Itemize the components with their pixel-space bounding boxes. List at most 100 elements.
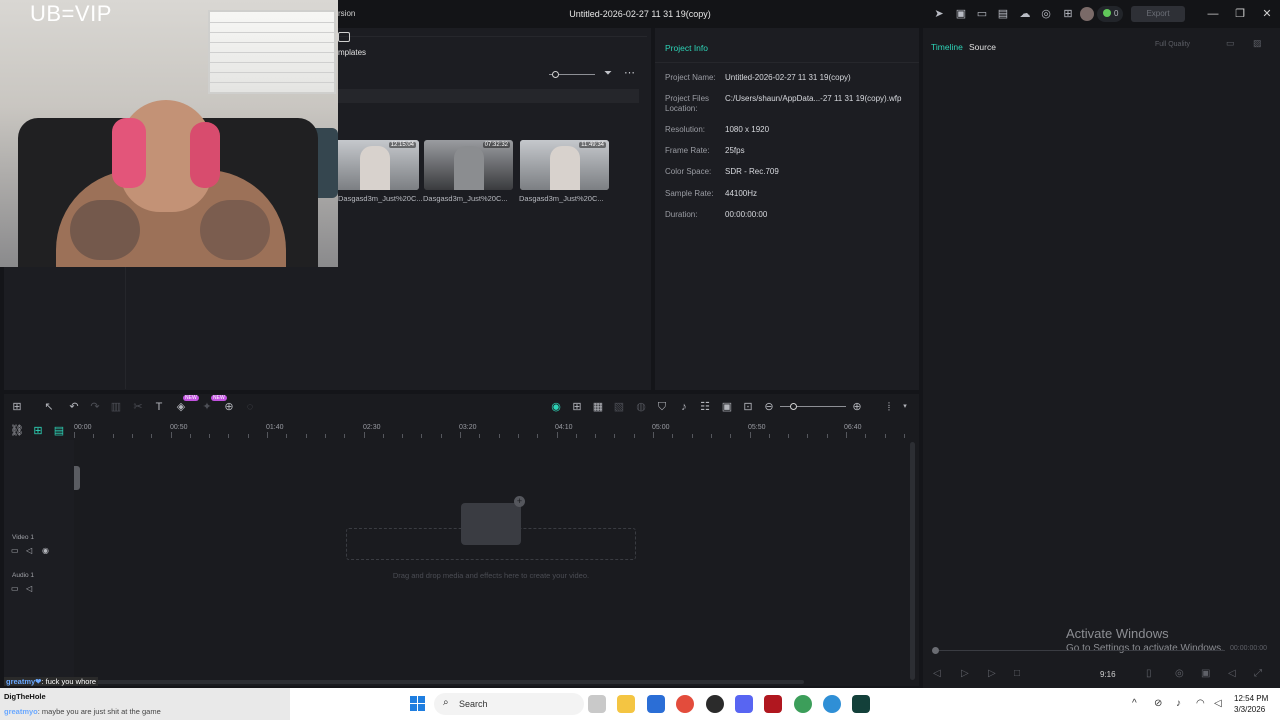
quality-select[interactable]: Full Quality <box>1150 38 1214 51</box>
timeline-vscroll[interactable] <box>910 442 915 680</box>
media-thumbnail[interactable]: 12:15:04 <box>330 140 419 190</box>
speaker-icon[interactable]: ◁ <box>26 584 32 593</box>
layout-icon[interactable]: ▭ <box>975 7 989 21</box>
obs-icon[interactable] <box>706 695 724 713</box>
compare-icon[interactable]: ▭ <box>1226 38 1240 50</box>
network-icon[interactable]: ⊘ <box>1154 698 1162 709</box>
ruler-label: 05:00 <box>652 424 670 431</box>
duration-label: 12:15:04 <box>388 142 416 148</box>
close-icon[interactable]: ✕ <box>1260 7 1274 21</box>
camera-icon[interactable]: ▣ <box>1201 668 1210 679</box>
fullscreen-icon[interactable]: ⤢ <box>1254 668 1262 679</box>
delete-icon[interactable]: ▥ <box>109 400 123 414</box>
taskbar-search[interactable] <box>434 693 584 715</box>
widgets-icon[interactable] <box>588 695 606 713</box>
chat-message: greatmyo: maybe you are just shit at the… <box>4 707 161 716</box>
timeline-zoom-knob[interactable] <box>790 403 797 410</box>
more-columns-icon[interactable]: ⦙ <box>882 400 896 414</box>
effects-icon[interactable]: ◈ <box>174 400 188 414</box>
clip-icon[interactable]: ▣ <box>720 400 734 414</box>
fit-icon[interactable]: ⊡ <box>741 400 755 414</box>
unlink-icon[interactable]: ⛓ <box>10 424 24 438</box>
thumb-size-knob[interactable] <box>552 71 559 78</box>
chrome-2-icon[interactable] <box>794 695 812 713</box>
maximize-icon[interactable]: ❐ <box>1233 7 1247 21</box>
zoom-in-icon[interactable]: ⊕ <box>850 400 864 414</box>
store-icon[interactable] <box>647 695 665 713</box>
track-layout-icon[interactable]: ▤ <box>52 424 66 438</box>
add-track-icon[interactable]: ⊞ <box>31 424 45 438</box>
snapshot-icon[interactable]: ▨ <box>1253 38 1267 50</box>
avatar[interactable] <box>1080 7 1094 21</box>
split-icon[interactable]: ✂ <box>131 400 145 414</box>
filmora-icon[interactable] <box>852 695 870 713</box>
volume-tray-icon[interactable]: ◁ <box>1214 698 1222 709</box>
tray-chevron-icon[interactable]: ^ <box>1132 698 1137 709</box>
mask-icon[interactable]: ▧ <box>612 400 626 414</box>
grid-icon[interactable]: ⊞ <box>1061 7 1075 21</box>
feedback-icon[interactable]: ▣ <box>954 7 968 21</box>
ai-search-icon[interactable]: ⊕ <box>222 400 236 414</box>
discord-icon[interactable] <box>735 695 753 713</box>
prev-frame-icon[interactable]: ◁ <box>933 668 941 679</box>
tab-timeline[interactable]: Timeline <box>931 42 963 52</box>
ai-tool-icon[interactable]: ✦ <box>200 400 214 414</box>
volume-icon[interactable]: ◁ <box>1228 668 1236 679</box>
plus-icon[interactable]: + <box>514 496 525 507</box>
acrobat-icon[interactable] <box>764 695 782 713</box>
layout-grid-icon[interactable]: ⊞ <box>10 400 24 414</box>
send-icon[interactable]: ➤ <box>932 7 946 21</box>
tab-templates[interactable]: mplates <box>338 48 366 57</box>
media-thumbnail[interactable]: 07:32:32 <box>424 140 513 190</box>
mic-tray-icon[interactable]: ♪ <box>1176 698 1181 709</box>
auto-ripple-icon[interactable]: ◉ <box>549 400 563 414</box>
marker-icon[interactable]: ▦ <box>591 400 605 414</box>
select-tool-icon[interactable]: ↖ <box>42 400 56 414</box>
chrome-icon[interactable] <box>676 695 694 713</box>
redo-icon[interactable]: ↷ <box>88 400 102 414</box>
aspect-ratio[interactable]: 9:16 <box>1100 670 1116 679</box>
chevron-down-icon[interactable]: ▾ <box>898 400 912 414</box>
folder-icon[interactable]: ▭ <box>11 546 19 555</box>
media-search-bar[interactable] <box>338 89 639 103</box>
templates-icon[interactable] <box>338 32 350 42</box>
clock-date[interactable]: 3/3/2026 <box>1234 705 1265 714</box>
gem-badge[interactable]: 0 <box>1097 6 1123 22</box>
stop-icon[interactable]: □ <box>1014 668 1020 679</box>
cloud-icon[interactable]: ☁ <box>1018 7 1032 21</box>
mixer-icon[interactable]: ☷ <box>698 400 712 414</box>
ruler-tick <box>884 434 886 438</box>
speaker-icon[interactable]: ◁ <box>26 546 32 555</box>
chrome-3-icon[interactable] <box>823 695 841 713</box>
scrubber-handle[interactable] <box>932 647 939 654</box>
crop-icon[interactable]: ▯ <box>1146 668 1152 679</box>
ruler-tick <box>595 434 597 438</box>
shield-icon[interactable]: ⛉ <box>655 400 669 414</box>
save-icon[interactable]: ▤ <box>996 7 1010 21</box>
undo-icon[interactable]: ↶ <box>67 400 81 414</box>
mic-icon[interactable]: ♪ <box>677 400 691 414</box>
zoom-out-icon[interactable]: ⊖ <box>762 400 776 414</box>
eye-icon[interactable]: ◉ <box>42 546 49 555</box>
ruler-tick <box>228 434 230 438</box>
headset-icon[interactable]: ◎ <box>1039 7 1053 21</box>
snap-icon[interactable]: ⊞ <box>570 400 584 414</box>
clock-time[interactable]: 12:54 PM <box>1234 694 1268 703</box>
text-icon[interactable]: T <box>152 400 166 414</box>
play-icon[interactable]: ▷ <box>988 668 996 679</box>
render-icon[interactable]: ◎ <box>1175 668 1184 679</box>
tab-source[interactable]: Source <box>969 42 996 52</box>
motion-icon[interactable]: ◍ <box>634 400 648 414</box>
folder-icon[interactable]: ▭ <box>11 584 19 593</box>
player-scrubber[interactable] <box>935 650 1225 651</box>
media-thumbnail[interactable]: 11:49:34 <box>520 140 609 190</box>
filter-icon[interactable]: ⏷ <box>604 68 615 79</box>
speed-icon[interactable]: ◌ <box>243 400 257 414</box>
export-button[interactable]: Export <box>1131 6 1185 22</box>
more-icon[interactable]: ⋯ <box>624 66 635 79</box>
wifi-icon[interactable]: ◠ <box>1196 698 1205 709</box>
step-play-icon[interactable]: ▷ <box>961 668 969 679</box>
file-explorer-icon[interactable] <box>617 695 635 713</box>
playhead[interactable] <box>74 466 80 490</box>
minimize-icon[interactable]: — <box>1206 7 1220 21</box>
